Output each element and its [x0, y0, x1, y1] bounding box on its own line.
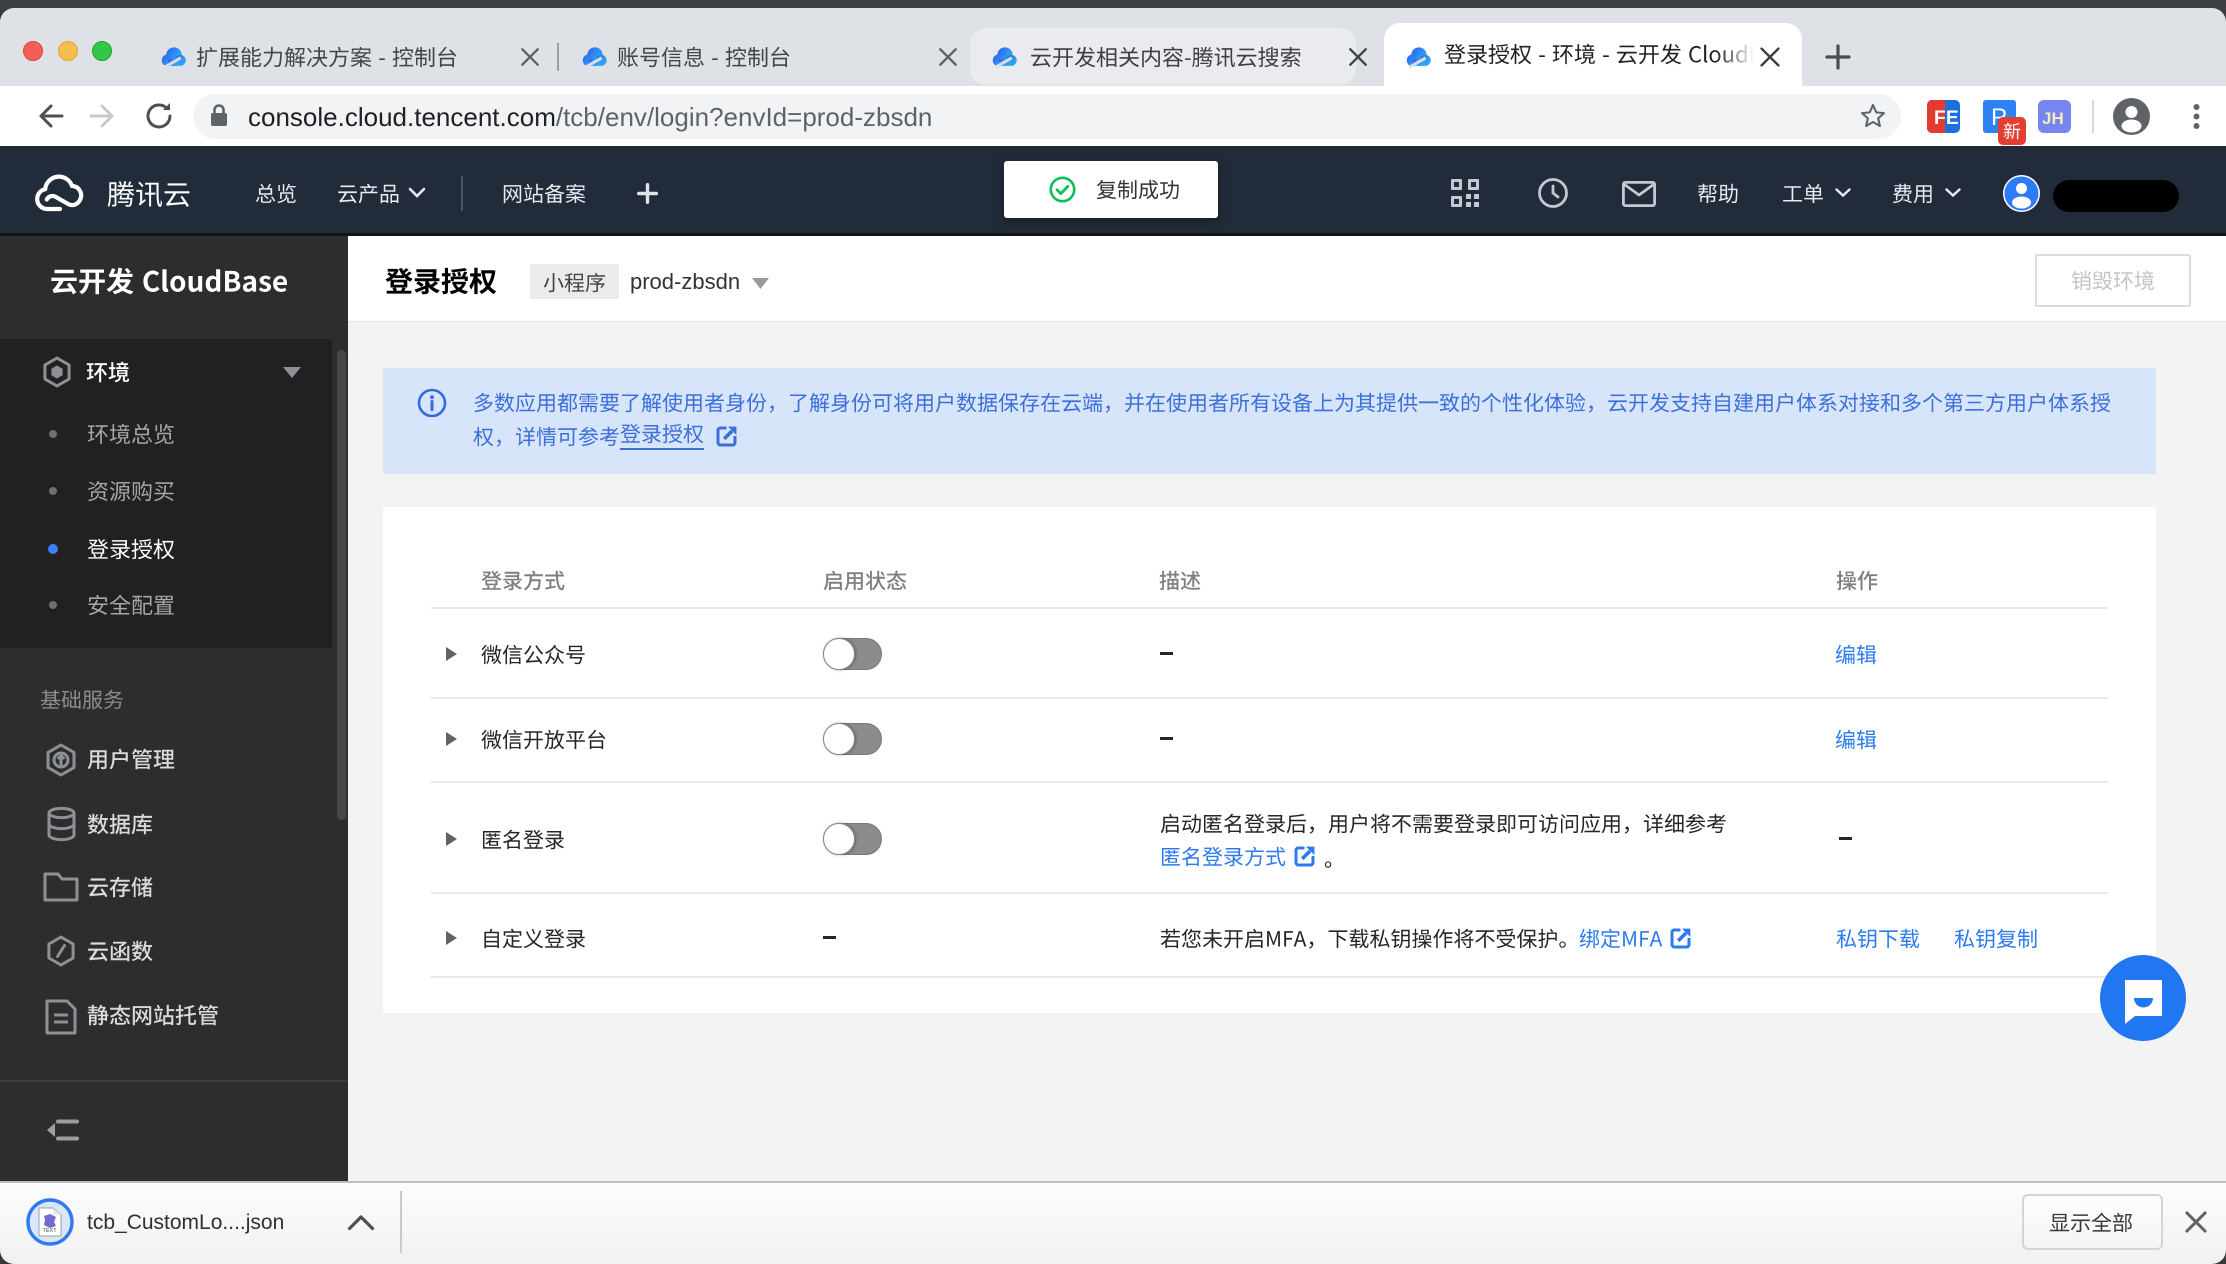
svg-text:TEXT: TEXT	[43, 1228, 58, 1234]
svg-text:JH: JH	[2042, 109, 2064, 128]
svg-text:F: F	[1934, 108, 1946, 129]
svg-text:E: E	[1946, 108, 1959, 129]
